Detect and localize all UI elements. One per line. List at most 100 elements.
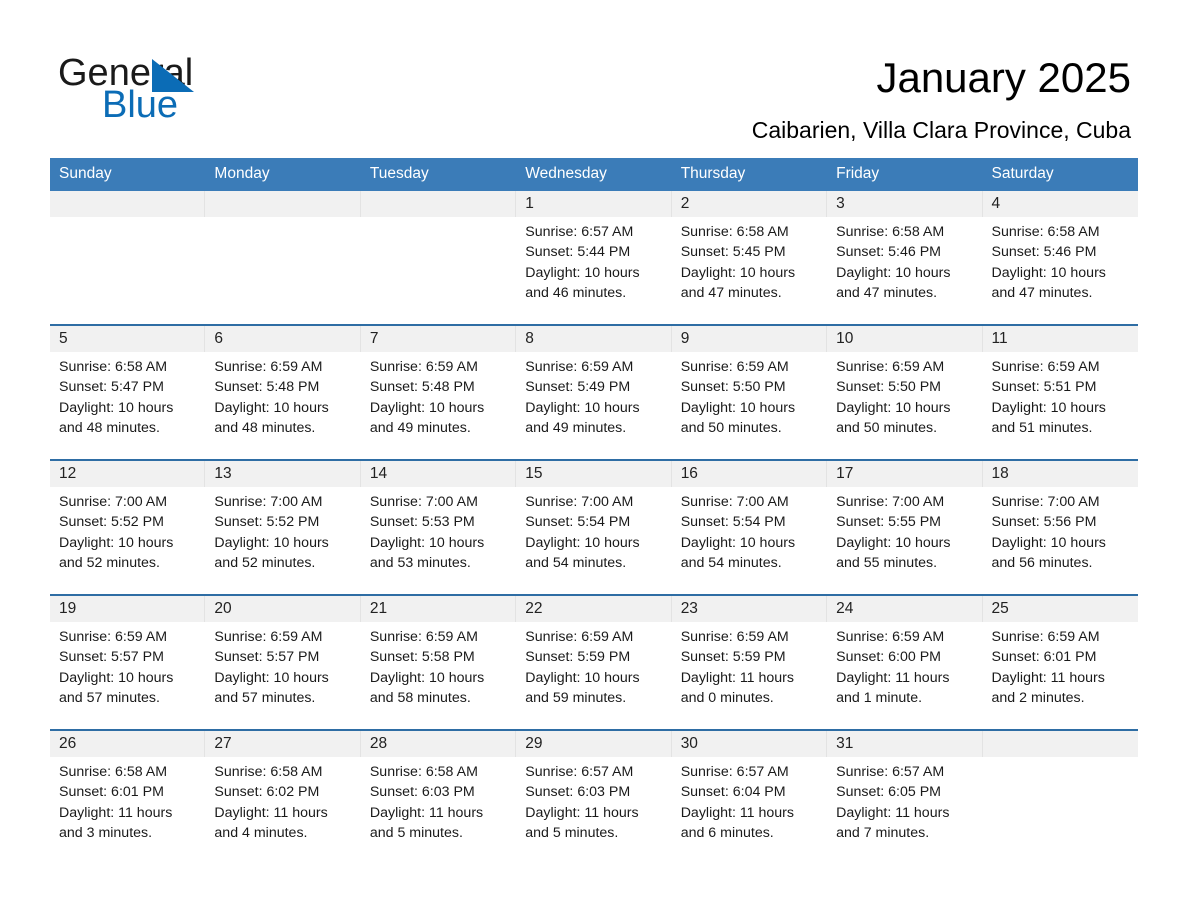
day-cell[interactable]: 13 Sunrise: 7:00 AM Sunset: 5:52 PM Dayligh… <box>205 459 361 595</box>
day-cell[interactable]: 22 Sunrise: 6:59 AM Sunset: 5:59 PM Dayligh… <box>516 594 672 730</box>
daylight-text-line2: and 50 minutes. <box>680 419 782 436</box>
day-details: Sunrise: 7:00 AM Sunset: 5:52 PM Daylight:… <box>205 487 360 573</box>
day-cell[interactable]: 30 Sunrise: 6:57 AM Sunset: 6:04 PM Dayligh… <box>671 729 828 864</box>
calendar-week-row: 5 Sunrise: 6:58 AM Sunset: 5:47 PM Daylight… <box>50 324 1138 460</box>
day-cell[interactable]: 11 Sunrise: 6:59 AM Sunset: 5:51 PM Dayligh… <box>982 324 1138 460</box>
sunset-text: Sunset: 6:01 PM <box>991 649 1097 666</box>
day-number: 4 <box>982 191 1138 217</box>
day-cell[interactable]: 7 Sunrise: 6:59 AM Sunset: 5:48 PM Daylight… <box>360 324 517 460</box>
daylight-text-line2: and 6 minutes. <box>680 824 774 841</box>
sunset-text: Sunset: 6:03 PM <box>369 784 475 801</box>
day-cell[interactable]: 15 Sunrise: 7:00 AM Sunset: 5:54 PM Dayligh… <box>516 459 672 595</box>
page-title: January 2025 <box>876 54 1131 101</box>
sunrise-text: Sunrise: 6:57 AM <box>525 224 634 240</box>
daylight-text-line2: and 49 minutes. <box>369 419 471 436</box>
sunrise-text: Sunrise: 7:00 AM <box>836 494 945 510</box>
day-cell[interactable]: 20 Sunrise: 6:59 AM Sunset: 5:57 PM Dayligh… <box>205 594 361 730</box>
daylight-text-line2: and 51 minutes. <box>991 419 1093 436</box>
daylight-text-line1: Daylight: 10 hours <box>991 264 1106 281</box>
day-number: 9 <box>671 326 828 352</box>
day-cell[interactable]: 24 Sunrise: 6:59 AM Sunset: 6:00 PM Dayligh… <box>827 594 983 730</box>
daylight-text-line1: Daylight: 10 hours <box>59 669 174 686</box>
day-details: Sunrise: 6:59 AM Sunset: 5:58 PM Daylight:… <box>361 622 516 708</box>
sunrise-text: Sunrise: 7:00 AM <box>369 494 478 510</box>
day-cell[interactable]: 27 Sunrise: 6:58 AM Sunset: 6:02 PM Dayligh… <box>205 729 361 864</box>
sunset-text: Sunset: 5:57 PM <box>59 649 164 666</box>
sunrise-text: Sunrise: 7:00 AM <box>59 494 168 510</box>
day-cell[interactable]: 16 Sunrise: 7:00 AM Sunset: 5:54 PM Dayligh… <box>671 459 828 595</box>
day-details <box>361 217 516 222</box>
daylight-text-line1: Daylight: 10 hours <box>525 399 640 416</box>
daylight-text-line1: Daylight: 11 hours <box>836 669 950 686</box>
page-header: General Blue January 2025 Caibarien, Vil… <box>0 0 1188 155</box>
sunrise-text: Sunrise: 6:59 AM <box>680 359 789 375</box>
day-cell[interactable]: 2 Sunrise: 6:58 AM Sunset: 5:45 PM Daylight… <box>671 191 828 325</box>
day-cell[interactable] <box>205 191 361 325</box>
day-cell[interactable] <box>50 191 206 325</box>
day-cell[interactable]: 5 Sunrise: 6:58 AM Sunset: 5:47 PM Daylight… <box>50 324 206 460</box>
sunrise-text: Sunrise: 6:59 AM <box>525 629 634 645</box>
day-cell[interactable]: 1 Sunrise: 6:57 AM Sunset: 5:44 PM Daylight… <box>516 191 672 325</box>
day-cell[interactable]: 25 Sunrise: 6:59 AM Sunset: 6:01 PM Dayligh… <box>982 594 1138 730</box>
sunrise-text: Sunrise: 6:59 AM <box>214 359 323 375</box>
sunrise-text: Sunrise: 6:57 AM <box>680 764 789 780</box>
daylight-text-line2: and 54 minutes. <box>525 554 627 571</box>
sunrise-text: Sunrise: 7:00 AM <box>525 494 634 510</box>
daylight-text-line2: and 59 minutes. <box>525 689 627 706</box>
sunset-text: Sunset: 6:01 PM <box>59 784 164 801</box>
day-cell[interactable] <box>982 729 1138 864</box>
day-cell[interactable]: 6 Sunrise: 6:59 AM Sunset: 5:48 PM Daylight… <box>205 324 361 460</box>
day-cell[interactable]: 26 Sunrise: 6:58 AM Sunset: 6:01 PM Dayligh… <box>50 729 206 864</box>
sunset-text: Sunset: 5:56 PM <box>991 514 1097 531</box>
sunset-text: Sunset: 5:47 PM <box>59 379 164 396</box>
day-cell[interactable]: 23 Sunrise: 6:59 AM Sunset: 5:59 PM Dayligh… <box>671 594 828 730</box>
weekday-header-friday: Friday <box>827 158 983 191</box>
day-number: 3 <box>827 191 983 217</box>
day-cell[interactable]: 28 Sunrise: 6:58 AM Sunset: 6:03 PM Dayligh… <box>360 729 517 864</box>
day-cell[interactable]: 3 Sunrise: 6:58 AM Sunset: 5:46 PM Daylight… <box>827 191 983 325</box>
sunrise-text: Sunrise: 6:59 AM <box>836 359 945 375</box>
sunset-text: Sunset: 5:52 PM <box>59 514 164 531</box>
sunrise-text: Sunrise: 6:58 AM <box>59 359 168 375</box>
sunrise-text: Sunrise: 6:59 AM <box>59 629 168 645</box>
sunrise-text: Sunrise: 6:58 AM <box>836 224 945 240</box>
daylight-text-line2: and 49 minutes. <box>525 419 627 436</box>
day-cell[interactable]: 4 Sunrise: 6:58 AM Sunset: 5:46 PM Daylight… <box>982 191 1138 325</box>
day-cell[interactable]: 10 Sunrise: 6:59 AM Sunset: 5:50 PM Dayligh… <box>827 324 983 460</box>
day-number: 15 <box>516 461 672 487</box>
day-cell[interactable] <box>360 191 517 325</box>
day-cell[interactable]: 14 Sunrise: 7:00 AM Sunset: 5:53 PM Dayligh… <box>360 459 517 595</box>
day-number: 28 <box>360 731 517 757</box>
daylight-text-line2: and 7 minutes. <box>836 824 930 841</box>
day-cell[interactable]: 29 Sunrise: 6:57 AM Sunset: 6:03 PM Dayligh… <box>516 729 672 864</box>
day-details: Sunrise: 6:59 AM Sunset: 6:00 PM Daylight:… <box>827 622 982 708</box>
day-cell[interactable]: 12 Sunrise: 7:00 AM Sunset: 5:52 PM Dayligh… <box>50 459 206 595</box>
day-number: 5 <box>50 326 206 352</box>
daylight-text-line1: Daylight: 11 hours <box>369 804 484 821</box>
day-details <box>50 217 205 222</box>
day-cell[interactable]: 19 Sunrise: 6:59 AM Sunset: 5:57 PM Dayligh… <box>50 594 206 730</box>
day-cell[interactable]: 18 Sunrise: 7:00 AM Sunset: 5:56 PM Dayligh… <box>982 459 1138 595</box>
daylight-text-line1: Daylight: 10 hours <box>214 669 329 686</box>
sunset-text: Sunset: 5:49 PM <box>525 379 631 396</box>
day-details: Sunrise: 6:59 AM Sunset: 5:48 PM Daylight:… <box>205 352 360 438</box>
day-cell[interactable]: 9 Sunrise: 6:59 AM Sunset: 5:50 PM Daylight… <box>671 324 828 460</box>
calendar-page: General Blue January 2025 Caibarien, Vil… <box>0 0 1188 918</box>
general-blue-logo[interactable]: General Blue <box>58 52 288 126</box>
weekday-header-thursday: Thursday <box>671 158 828 191</box>
day-cell[interactable]: 31 Sunrise: 6:57 AM Sunset: 6:05 PM Dayligh… <box>827 729 983 864</box>
day-number: 25 <box>982 596 1138 622</box>
sunrise-text: Sunrise: 6:59 AM <box>680 629 789 645</box>
sunrise-text: Sunrise: 6:58 AM <box>991 224 1100 240</box>
sunset-text: Sunset: 5:48 PM <box>214 379 320 396</box>
day-cell[interactable]: 8 Sunrise: 6:59 AM Sunset: 5:49 PM Daylight… <box>516 324 672 460</box>
calendar-grid: Sunday Monday Tuesday Wednesday Thursday… <box>50 158 1138 864</box>
day-details: Sunrise: 6:58 AM Sunset: 5:46 PM Daylight:… <box>983 217 1138 303</box>
sunset-text: Sunset: 6:04 PM <box>680 784 786 801</box>
day-cell[interactable]: 17 Sunrise: 7:00 AM Sunset: 5:55 PM Dayligh… <box>827 459 983 595</box>
daylight-text-line2: and 53 minutes. <box>369 554 471 571</box>
daylight-text-line2: and 55 minutes. <box>836 554 938 571</box>
day-cell[interactable]: 21 Sunrise: 6:59 AM Sunset: 5:58 PM Dayligh… <box>360 594 517 730</box>
sunset-text: Sunset: 6:02 PM <box>214 784 320 801</box>
daylight-text-line2: and 56 minutes. <box>991 554 1093 571</box>
